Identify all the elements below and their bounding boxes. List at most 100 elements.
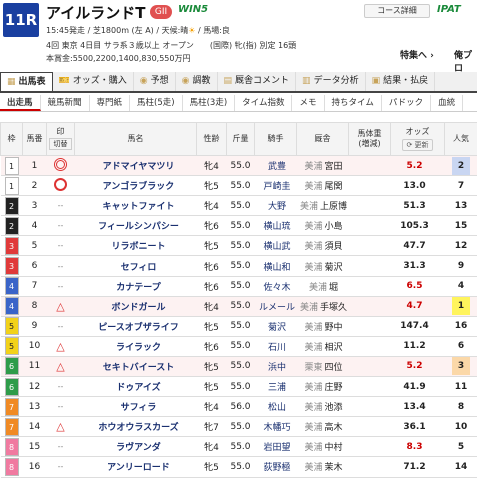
horse-name-link[interactable]: セフィロ	[74, 255, 197, 277]
trainer-cell[interactable]: 美浦 宮田	[296, 155, 349, 177]
horse-name-link[interactable]: ホウオウラスカーズ	[74, 416, 197, 438]
trainer-cell[interactable]: 栗東 四位	[296, 356, 349, 378]
tab-main-5[interactable]: ▥ データ分析	[296, 72, 366, 91]
tab-main-2[interactable]: ◉ 予想	[134, 72, 176, 91]
jockey-link[interactable]: 横山和	[254, 255, 297, 277]
tab-sub-3[interactable]: 馬柱(5走)	[130, 95, 183, 111]
horse-name-link[interactable]: ドゥアイズ	[74, 376, 197, 398]
odds-cell[interactable]: 13.4	[390, 396, 445, 418]
trainer-cell[interactable]: 美浦 高木	[296, 416, 349, 438]
horse-name-link[interactable]: ボンドガール	[74, 296, 197, 317]
tab-sub-9[interactable]: 血統	[431, 95, 464, 111]
odds-cell[interactable]: 6.5	[390, 276, 445, 297]
update-odds-button[interactable]: ⟳ 更新	[402, 139, 433, 151]
my-pro-link[interactable]: 俺プロ	[454, 48, 477, 74]
no-mark-icon[interactable]: --	[54, 400, 67, 413]
jockey-link[interactable]: 荻野極	[254, 456, 297, 478]
tab-sub-5[interactable]: タイム指数	[235, 95, 293, 111]
trainer-cell[interactable]: 美浦 尾関	[296, 175, 349, 197]
mark-cell[interactable]: --	[46, 215, 75, 237]
no-mark-icon[interactable]: --	[54, 199, 67, 212]
mark-cell[interactable]: --	[46, 436, 75, 458]
jockey-link[interactable]: ルメール	[254, 296, 297, 317]
odds-cell[interactable]: 47.7	[390, 235, 445, 257]
jockey-link[interactable]: 岩田望	[254, 436, 297, 458]
trainer-cell[interactable]: 美浦 相沢	[296, 336, 349, 357]
odds-cell[interactable]: 5.2	[390, 356, 445, 378]
no-mark-icon[interactable]: --	[54, 219, 67, 232]
horse-name-link[interactable]: セキトバイースト	[74, 356, 197, 378]
jockey-link[interactable]: 戸崎圭	[254, 175, 297, 197]
tab-main-1[interactable]: 🎫 オッズ・購入	[53, 72, 134, 91]
odds-cell[interactable]: 5.2	[390, 155, 445, 177]
mark-cell[interactable]: △	[46, 356, 75, 378]
odds-cell[interactable]: 147.4	[390, 316, 445, 337]
jockey-link[interactable]: 佐々木	[254, 276, 297, 297]
horse-name-link[interactable]: キャットファイト	[74, 195, 197, 217]
mark-cell[interactable]: △	[46, 416, 75, 438]
odds-cell[interactable]: 13.0	[390, 175, 445, 197]
odds-cell[interactable]: 71.2	[390, 456, 445, 478]
trainer-cell[interactable]: 美浦 庄野	[296, 376, 349, 398]
no-mark-icon[interactable]: --	[54, 260, 67, 273]
mark-cell[interactable]: △	[46, 296, 75, 317]
mark-cell[interactable]: --	[46, 195, 75, 217]
no-mark-icon[interactable]: --	[54, 440, 67, 453]
jockey-link[interactable]: 石川	[254, 336, 297, 357]
jockey-link[interactable]: 浜中	[254, 356, 297, 378]
jockey-link[interactable]: 三浦	[254, 376, 297, 398]
odds-cell[interactable]: 105.3	[390, 215, 445, 237]
horse-name-link[interactable]: ライラック	[74, 336, 197, 357]
double-circle-mark-icon[interactable]	[54, 157, 67, 171]
trainer-cell[interactable]: 美浦 池添	[296, 396, 349, 418]
trainer-cell[interactable]: 美浦 手塚久	[296, 296, 349, 317]
feature-link[interactable]: 特集へ ›	[400, 48, 434, 61]
mark-cell[interactable]: --	[46, 456, 75, 478]
mark-cell[interactable]: △	[46, 336, 75, 357]
no-mark-icon[interactable]: --	[54, 380, 67, 393]
tab-sub-6[interactable]: メモ	[292, 95, 325, 111]
trainer-cell[interactable]: 美浦 菊沢	[296, 255, 349, 277]
circle-mark-icon[interactable]	[54, 177, 67, 191]
odds-cell[interactable]: 31.3	[390, 255, 445, 277]
no-mark-icon[interactable]: --	[54, 239, 67, 252]
trainer-cell[interactable]: 美浦 中村	[296, 436, 349, 458]
jockey-link[interactable]: 松山	[254, 396, 297, 418]
header-mark-toggle[interactable]: 切替	[49, 138, 72, 150]
jockey-link[interactable]: 菊沢	[254, 316, 297, 337]
odds-cell[interactable]: 51.3	[390, 195, 445, 217]
mark-cell[interactable]: --	[46, 255, 75, 277]
jockey-link[interactable]: 横山琉	[254, 215, 297, 237]
no-mark-icon[interactable]: --	[54, 460, 67, 473]
trainer-cell[interactable]: 美浦 小島	[296, 215, 349, 237]
tab-main-0[interactable]: ▦ 出馬表	[0, 72, 53, 91]
horse-name-link[interactable]: ピースオブザライフ	[74, 316, 197, 337]
jockey-link[interactable]: 大野	[254, 195, 297, 217]
horse-name-link[interactable]: フィールシンパシー	[74, 215, 197, 237]
mark-cell[interactable]: --	[46, 276, 75, 297]
tab-main-4[interactable]: ▤ 厩舎コメント	[218, 72, 297, 91]
trainer-cell[interactable]: 美浦 茉木	[296, 456, 349, 478]
tab-main-3[interactable]: ◉ 調教	[176, 72, 218, 91]
triangle-mark-icon[interactable]: △	[56, 360, 64, 373]
horse-name-link[interactable]: サフィラ	[74, 396, 197, 418]
header-mark[interactable]: 印切替	[46, 122, 75, 156]
odds-cell[interactable]: 4.7	[390, 296, 445, 317]
jockey-link[interactable]: 横山武	[254, 235, 297, 257]
mark-cell[interactable]: --	[46, 235, 75, 257]
no-mark-icon[interactable]: --	[54, 280, 67, 293]
tab-sub-8[interactable]: パドック	[382, 95, 432, 111]
trainer-cell[interactable]: 美浦 須貝	[296, 235, 349, 257]
tab-sub-0[interactable]: 出走馬	[0, 95, 41, 111]
jockey-link[interactable]: 木幡巧	[254, 416, 297, 438]
trainer-cell[interactable]: 美浦堀	[296, 276, 349, 297]
mark-cell[interactable]: --	[46, 316, 75, 337]
mark-cell[interactable]	[46, 175, 75, 197]
tab-sub-7[interactable]: 持ちタイム	[325, 95, 382, 111]
tab-sub-1[interactable]: 競馬新聞	[41, 95, 90, 111]
triangle-mark-icon[interactable]: △	[56, 420, 64, 433]
horse-name-link[interactable]: ラヴアンダ	[74, 436, 197, 458]
trainer-cell[interactable]: 美浦 野中	[296, 316, 349, 337]
triangle-mark-icon[interactable]: △	[56, 340, 64, 353]
ipat-link[interactable]: IPAT	[437, 4, 461, 15]
